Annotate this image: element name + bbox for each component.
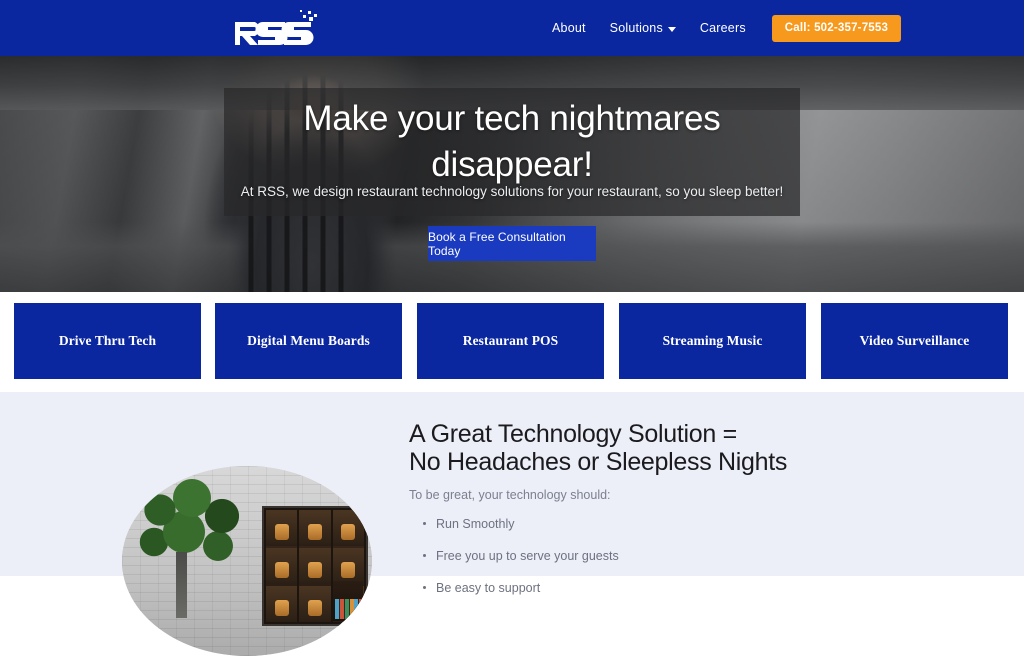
service-card-drive-thru-tech[interactable]: Drive Thru Tech — [14, 303, 201, 379]
tree-trunk — [176, 552, 187, 618]
hero-title: Make your tech nightmares disappear! — [303, 99, 721, 184]
service-card-streaming-music[interactable]: Streaming Music — [619, 303, 806, 379]
service-cards-row: Drive Thru Tech Digital Menu Boards Rest… — [0, 292, 1024, 392]
feature-kicker: To be great, your technology should: — [409, 488, 611, 502]
hero-content: Make your tech nightmares disappear! At … — [0, 56, 1024, 292]
tree-icon — [130, 476, 258, 626]
menu-cell — [266, 510, 298, 546]
feature-image — [122, 466, 372, 656]
feature-title-line1: A Great Technology Solution = — [409, 420, 737, 448]
list-item: Run Smoothly — [409, 516, 969, 532]
feature-bullet-list: Run Smoothly Free you up to serve your g… — [409, 516, 969, 596]
nav-item-solutions[interactable]: Solutions — [598, 21, 688, 35]
site-header: About Solutions Careers Call: 502-357-75… — [0, 0, 1024, 56]
nav-item-careers-label: Careers — [699, 21, 746, 35]
main-nav: About Solutions Careers Call: 502-357-75… — [540, 0, 902, 56]
feature-title: A Great Technology Solution = No Headach… — [409, 420, 969, 476]
nav-item-solutions-label: Solutions — [609, 21, 663, 35]
list-item: Be easy to support — [409, 580, 969, 596]
menu-cell — [332, 510, 364, 546]
book-consultation-button[interactable]: Book a Free Consultation Today — [428, 226, 596, 261]
feature-text-block: A Great Technology Solution = No Headach… — [409, 420, 969, 612]
nav-item-about[interactable]: About — [540, 21, 598, 35]
menu-cell — [266, 586, 298, 622]
service-card-restaurant-pos[interactable]: Restaurant POS — [417, 303, 604, 379]
menu-cell — [299, 586, 331, 622]
rss-logo[interactable] — [233, 9, 317, 47]
menu-cell — [266, 548, 298, 584]
digital-menu-board-graphic — [262, 506, 368, 626]
menu-panel — [266, 510, 298, 622]
nav-item-careers[interactable]: Careers — [688, 21, 758, 35]
service-card-digital-menu-boards[interactable]: Digital Menu Boards — [215, 303, 402, 379]
menu-cell — [299, 510, 331, 546]
menu-cell — [299, 548, 331, 584]
feature-section: A Great Technology Solution = No Headach… — [0, 392, 1024, 656]
menu-panel — [299, 510, 331, 622]
hero-section: Make your tech nightmares disappear! At … — [0, 56, 1024, 292]
rss-logo-icon — [235, 10, 317, 45]
drinks-display — [333, 581, 363, 621]
call-button[interactable]: Call: 502-357-7553 — [771, 14, 902, 42]
hero-subtitle: At RSS, we design restaurant technology … — [240, 184, 784, 199]
feature-title-line2: No Headaches or Sleepless Nights — [409, 448, 788, 476]
list-item: Free you up to serve your guests — [409, 548, 969, 564]
service-card-video-surveillance[interactable]: Video Surveillance — [821, 303, 1008, 379]
menu-cell — [332, 548, 364, 584]
nav-item-about-label: About — [552, 21, 586, 35]
chevron-down-icon — [667, 26, 676, 32]
